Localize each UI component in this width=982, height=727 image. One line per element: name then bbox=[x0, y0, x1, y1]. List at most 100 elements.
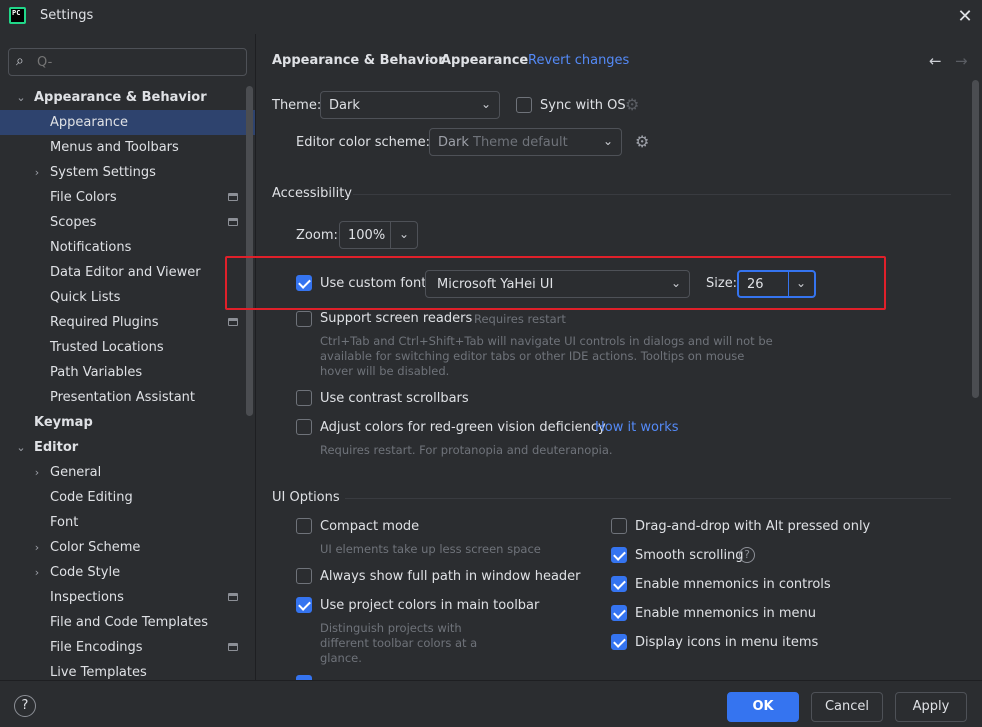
color-deficiency-desc: Requires restart. For protanopia and deu… bbox=[320, 443, 613, 457]
mnemonics-controls-label: Enable mnemonics in controls bbox=[635, 577, 831, 592]
back-arrow-icon[interactable]: ← bbox=[929, 52, 942, 70]
color-deficiency-checkbox[interactable] bbox=[296, 419, 312, 435]
sidebar-item-editor[interactable]: ⌄ Editor bbox=[0, 435, 255, 460]
sidebar-item-notifications[interactable]: Notifications bbox=[0, 235, 255, 260]
sidebar-item-trusted-locations[interactable]: Trusted Locations bbox=[0, 335, 255, 360]
chevron-down-icon[interactable]: ⌄ bbox=[796, 276, 806, 290]
close-icon[interactable]: ✕ bbox=[954, 6, 976, 28]
chevron-right-icon[interactable]: › bbox=[31, 160, 43, 185]
sidebar-item-label: Live Templates bbox=[50, 665, 147, 680]
sidebar-item-inspections[interactable]: Inspections bbox=[0, 585, 255, 610]
sidebar-item-code-style[interactable]: › Code Style bbox=[0, 560, 255, 585]
sidebar-item-label: General bbox=[50, 465, 102, 480]
full-path-label: Always show full path in window header bbox=[320, 569, 581, 584]
color-scheme-label: Editor color scheme: bbox=[296, 135, 430, 150]
full-path-checkbox[interactable] bbox=[296, 568, 312, 584]
how-it-works-link[interactable]: How it works bbox=[595, 420, 679, 435]
sidebar-item-label: Notifications bbox=[50, 240, 132, 255]
sidebar-item-label: Color Scheme bbox=[50, 540, 141, 555]
window-title: Settings bbox=[40, 8, 94, 23]
sidebar-item-label: Menus and Toolbars bbox=[50, 140, 179, 155]
scheme-variant: Theme default bbox=[473, 135, 568, 150]
screen-readers-desc: Ctrl+Tab and Ctrl+Shift+Tab will navigat… bbox=[320, 334, 773, 348]
zoom-value[interactable]: 100% bbox=[348, 228, 385, 243]
zoom-label: Zoom: bbox=[296, 228, 338, 243]
project-scope-icon bbox=[228, 318, 238, 326]
chevron-right-icon[interactable]: › bbox=[31, 460, 43, 485]
project-colors-desc: different toolbar colors at a bbox=[320, 636, 478, 650]
sidebar-item-live-templates[interactable]: Live Templates bbox=[0, 660, 255, 680]
sidebar-item-quick-lists[interactable]: Quick Lists bbox=[0, 285, 255, 310]
chevron-down-icon: ⌄ bbox=[670, 276, 681, 290]
screen-readers-checkbox[interactable] bbox=[296, 311, 312, 327]
sidebar-item-file-encodings[interactable]: File Encodings bbox=[0, 635, 255, 660]
chevron-down-icon[interactable]: ⌄ bbox=[15, 85, 27, 110]
chevron-right-icon[interactable]: › bbox=[31, 535, 43, 560]
sidebar-item-required-plugins[interactable]: Required Plugins bbox=[0, 310, 255, 335]
sidebar-item-general[interactable]: › General bbox=[0, 460, 255, 485]
sync-with-os-checkbox[interactable] bbox=[516, 97, 532, 113]
sidebar-item-file-colors[interactable]: File Colors bbox=[0, 185, 255, 210]
sidebar-item-label: File Encodings bbox=[50, 640, 143, 655]
font-dropdown[interactable]: Microsoft YaHei UI ⌄ bbox=[425, 270, 690, 298]
sidebar-item-label: Appearance bbox=[50, 115, 129, 130]
sidebar-item-label: Keymap bbox=[34, 415, 93, 430]
sidebar-item-data-editor[interactable]: Data Editor and Viewer bbox=[0, 260, 255, 285]
sidebar-item-label: System Settings bbox=[50, 165, 156, 180]
mnemonics-menu-label: Enable mnemonics in menu bbox=[635, 606, 816, 621]
chevron-down-icon[interactable]: ⌄ bbox=[15, 435, 27, 460]
help-icon[interactable]: ? bbox=[739, 547, 755, 563]
sidebar-item-code-editing[interactable]: Code Editing bbox=[0, 485, 255, 510]
project-colors-checkbox[interactable] bbox=[296, 597, 312, 613]
sidebar-item-appearance-behavior[interactable]: ⌄ Appearance & Behavior bbox=[0, 85, 255, 110]
mnemonics-menu-checkbox[interactable] bbox=[611, 605, 627, 621]
sidebar-item-label: Path Variables bbox=[50, 365, 143, 380]
chevron-right-icon[interactable]: › bbox=[31, 560, 43, 585]
ok-button[interactable]: OK bbox=[727, 692, 799, 722]
project-colors-desc: glance. bbox=[320, 651, 362, 665]
mnemonics-controls-checkbox[interactable] bbox=[611, 576, 627, 592]
screen-readers-label: Support screen readers bbox=[320, 311, 473, 326]
search-box[interactable]: ⌕ bbox=[8, 48, 247, 76]
cancel-button[interactable]: Cancel bbox=[811, 692, 883, 722]
breadcrumb-parent[interactable]: Appearance & Behavior bbox=[272, 53, 445, 68]
sidebar-item-presentation-assistant[interactable]: Presentation Assistant bbox=[0, 385, 255, 410]
sidebar-item-file-code-templates[interactable]: File and Code Templates bbox=[0, 610, 255, 635]
apply-button[interactable]: Apply bbox=[895, 692, 967, 722]
sidebar-item-color-scheme[interactable]: › Color Scheme bbox=[0, 535, 255, 560]
smooth-scrolling-checkbox[interactable] bbox=[611, 547, 627, 563]
sidebar-item-font[interactable]: Font bbox=[0, 510, 255, 535]
font-size-combo[interactable]: 26 ⌄ bbox=[737, 270, 816, 298]
revert-changes-link[interactable]: Revert changes bbox=[528, 53, 629, 68]
zoom-combo[interactable]: 100% ⌄ bbox=[339, 221, 418, 249]
sidebar-item-appearance[interactable]: Appearance bbox=[0, 110, 255, 135]
font-size-value[interactable]: 26 bbox=[747, 277, 764, 292]
chevron-down-icon[interactable]: ⌄ bbox=[399, 227, 409, 241]
sidebar-item-label: Appearance & Behavior bbox=[34, 90, 207, 105]
sidebar-item-label: Code Editing bbox=[50, 490, 133, 505]
search-input[interactable] bbox=[35, 52, 240, 72]
display-icons-checkbox[interactable] bbox=[611, 634, 627, 650]
sidebar-item-label: File and Code Templates bbox=[50, 615, 208, 630]
use-custom-font-checkbox[interactable] bbox=[296, 275, 312, 291]
color-scheme-settings-icon[interactable]: ⚙ bbox=[635, 132, 649, 151]
project-scope-icon bbox=[228, 643, 238, 651]
dialog-footer: ? OK Cancel Apply bbox=[0, 680, 982, 727]
main-scrollbar[interactable] bbox=[972, 80, 979, 398]
sidebar-item-path-variables[interactable]: Path Variables bbox=[0, 360, 255, 385]
sidebar-item-scopes[interactable]: Scopes bbox=[0, 210, 255, 235]
compact-mode-checkbox[interactable] bbox=[296, 518, 312, 534]
sidebar-scrollbar[interactable] bbox=[246, 86, 253, 416]
theme-dropdown[interactable]: Dark ⌄ bbox=[320, 91, 500, 119]
sidebar-item-label: Trusted Locations bbox=[50, 340, 164, 355]
sidebar-item-system-settings[interactable]: › System Settings bbox=[0, 160, 255, 185]
sidebar-item-keymap[interactable]: Keymap bbox=[0, 410, 255, 435]
drag-drop-alt-checkbox[interactable] bbox=[611, 518, 627, 534]
compact-mode-label: Compact mode bbox=[320, 519, 420, 534]
color-scheme-dropdown[interactable]: Dark Theme default ⌄ bbox=[429, 128, 622, 156]
help-button[interactable]: ? bbox=[14, 695, 36, 717]
chevron-down-icon: ⌄ bbox=[480, 97, 491, 111]
sidebar-item-menus-toolbars[interactable]: Menus and Toolbars bbox=[0, 135, 255, 160]
contrast-scrollbars-checkbox[interactable] bbox=[296, 390, 312, 406]
forward-arrow-icon[interactable]: → bbox=[955, 52, 968, 70]
